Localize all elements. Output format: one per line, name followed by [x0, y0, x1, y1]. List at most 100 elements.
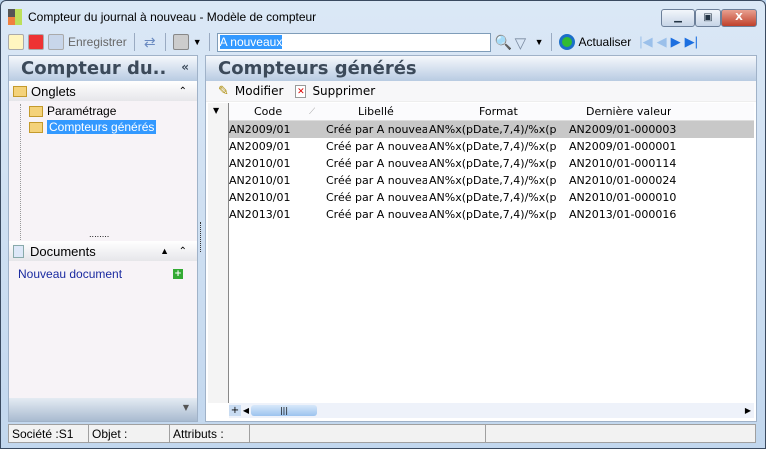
print-icon[interactable]	[172, 34, 189, 50]
table-row[interactable]: AN2013/01 Créé par A nouveauxAN%x(pDate,7…	[229, 206, 754, 223]
table-cell: AN%x(pDate,7,4)/%x(p	[429, 174, 557, 187]
search-icon[interactable]: 🔍	[495, 34, 512, 50]
table-cell: AN2010/01	[229, 191, 291, 204]
documents-section-header[interactable]: Documents ▲ ⌃	[9, 241, 197, 261]
table-row[interactable]: AN2010/01 Créé par A nouveauxAN%x(pDate,7…	[229, 189, 754, 206]
separator	[133, 33, 135, 51]
status-societe: Société :S1	[9, 425, 89, 442]
table-cell: Créé par A nouveaux	[326, 191, 427, 204]
panel-footer: ▼	[9, 398, 197, 421]
collapse-section-icon[interactable]: ⌃	[179, 86, 187, 97]
table-cell: AN2010/01-000010	[569, 191, 677, 204]
table-cell: AN%x(pDate,7,4)/%x(p	[429, 191, 557, 204]
table-cell: Créé par A nouveaux	[326, 140, 427, 153]
expand-down-icon[interactable]: ▼	[183, 403, 189, 412]
refresh-icon[interactable]	[558, 34, 575, 50]
modify-button[interactable]: Modifier	[235, 84, 284, 98]
splitter-handle[interactable]: ........	[89, 230, 109, 239]
table-row[interactable]: AN2010/01 Créé par A nouveauxAN%x(pDate,7…	[229, 155, 754, 172]
table-cell: Créé par A nouveaux	[326, 157, 427, 170]
tabs-section-header[interactable]: Onglets ⌃	[9, 81, 197, 101]
separator	[208, 33, 210, 51]
table-cell: AN2010/01	[229, 174, 291, 187]
column-header-derniere-valeur[interactable]: Dernière valeur	[586, 103, 671, 121]
collapse-panel-button[interactable]: «	[181, 60, 189, 74]
print-dropdown-icon[interactable]: ▼	[193, 37, 202, 47]
table-row[interactable]: AN2010/01 Créé par A nouveauxAN%x(pDate,7…	[229, 172, 754, 189]
document-icon	[13, 244, 24, 258]
column-header-libelle[interactable]: Libellé	[358, 103, 394, 121]
title-bar: Compteur du journal à nouveau - Modèle d…	[8, 6, 748, 28]
table-cell: AN2009/01	[229, 140, 291, 153]
previous-record-icon[interactable]: ◀	[657, 34, 667, 50]
table-row[interactable]: AN2009/01 Créé par A nouveauxAN%x(pDate,7…	[229, 121, 754, 138]
column-header-format[interactable]: Format	[479, 103, 518, 121]
table-cell: AN2010/01	[229, 157, 291, 170]
status-attributs: Attributs :	[170, 425, 250, 442]
row-selector-column: ▼	[208, 103, 229, 403]
scrollbar-thumb[interactable]: |||	[251, 405, 317, 416]
table-cell: AN2010/01-000024	[569, 174, 677, 187]
left-panel: Compteur du.. « Onglets ⌃ Paramétrage Co…	[8, 55, 198, 422]
left-panel-title: Compteur du..	[21, 58, 167, 79]
table-cell: Créé par A nouveaux	[326, 123, 427, 136]
maximize-button[interactable]: ▣	[695, 9, 721, 27]
table-cell: Créé par A nouveaux	[326, 208, 427, 221]
right-panel: Compteurs générés ✎ Modifier ✕ Supprimer…	[205, 55, 757, 422]
delete-button[interactable]: Supprimer	[312, 84, 375, 98]
new-icon[interactable]	[8, 34, 24, 50]
tabs-tree: Paramétrage Compteurs générés	[20, 104, 197, 244]
tree-item-compteurs-generes[interactable]: Compteurs générés	[29, 120, 157, 134]
vertical-splitter[interactable]	[200, 222, 201, 252]
table-cell: AN%x(pDate,7,4)/%x(p	[429, 208, 557, 221]
app-icon	[8, 9, 22, 25]
folder-open-icon	[29, 121, 43, 133]
toolbar: Enregistrer ⇄ ▼ A nouveaux 🔍 ▽ ▼ Actuali…	[8, 31, 756, 53]
add-row-button[interactable]: +	[229, 405, 241, 416]
next-record-icon[interactable]: ▶	[671, 34, 681, 50]
separator	[164, 33, 166, 51]
filter-icon[interactable]: ▽	[515, 34, 531, 52]
folder-icon	[13, 85, 27, 97]
table-cell: AN2009/01	[229, 123, 291, 136]
table-cell: AN2013/01-000016	[569, 208, 677, 221]
scroll-right-icon[interactable]: ▶	[742, 406, 754, 415]
table-cell: AN%x(pDate,7,4)/%x(p	[429, 123, 557, 136]
first-record-icon[interactable]: |◀	[639, 34, 652, 50]
table-cell: AN2009/01-000003	[569, 123, 677, 136]
last-record-icon[interactable]: ▶|	[685, 34, 698, 50]
search-input[interactable]: A nouveaux	[216, 32, 491, 52]
edit-icon: ✎	[218, 83, 229, 99]
collapse-icon[interactable]: ▲	[160, 246, 169, 256]
collapse-section-icon[interactable]: ⌃	[179, 246, 187, 257]
sort-icon: ⟋	[309, 107, 316, 117]
counters-grid: ▼ Code ⟋ Libellé Format Dernière valeur …	[208, 103, 754, 418]
column-chooser-icon[interactable]: ▼	[213, 106, 219, 115]
status-objet: Objet :	[89, 425, 170, 442]
status-empty	[250, 425, 486, 442]
minimize-button[interactable]: ▁	[661, 9, 695, 27]
delete-icon[interactable]	[28, 34, 44, 50]
new-document-link[interactable]: Nouveau document	[18, 267, 122, 281]
save-icon[interactable]	[48, 34, 64, 50]
table-cell: AN2010/01-000114	[569, 157, 677, 170]
close-button[interactable]: X	[721, 9, 757, 27]
save-button[interactable]: Enregistrer	[68, 35, 127, 49]
filter-dropdown-icon[interactable]: ▼	[535, 37, 544, 47]
column-header-code[interactable]: Code	[254, 103, 282, 121]
refresh-button[interactable]: Actualiser	[579, 35, 632, 49]
horizontal-scrollbar[interactable]: + ◀ ||| ▶	[229, 403, 754, 418]
add-document-icon[interactable]: +	[173, 269, 183, 279]
sync-icon[interactable]: ⇄	[142, 34, 158, 50]
separator	[550, 33, 552, 51]
table-row[interactable]: AN2009/01 Créé par A nouveauxAN%x(pDate,7…	[229, 138, 754, 155]
grid-toolbar: ✎ Modifier ✕ Supprimer	[206, 81, 756, 102]
table-cell: AN2013/01	[229, 208, 291, 221]
resize-grip[interactable]	[486, 425, 755, 442]
right-panel-title: Compteurs générés	[206, 56, 756, 81]
scroll-left-icon[interactable]: ◀	[241, 406, 251, 415]
search-value: A nouveaux	[219, 34, 283, 49]
table-cell: AN%x(pDate,7,4)/%x(p	[429, 157, 557, 170]
tree-item-parametrage[interactable]: Paramétrage	[29, 104, 116, 118]
table-cell: Créé par A nouveaux	[326, 174, 427, 187]
